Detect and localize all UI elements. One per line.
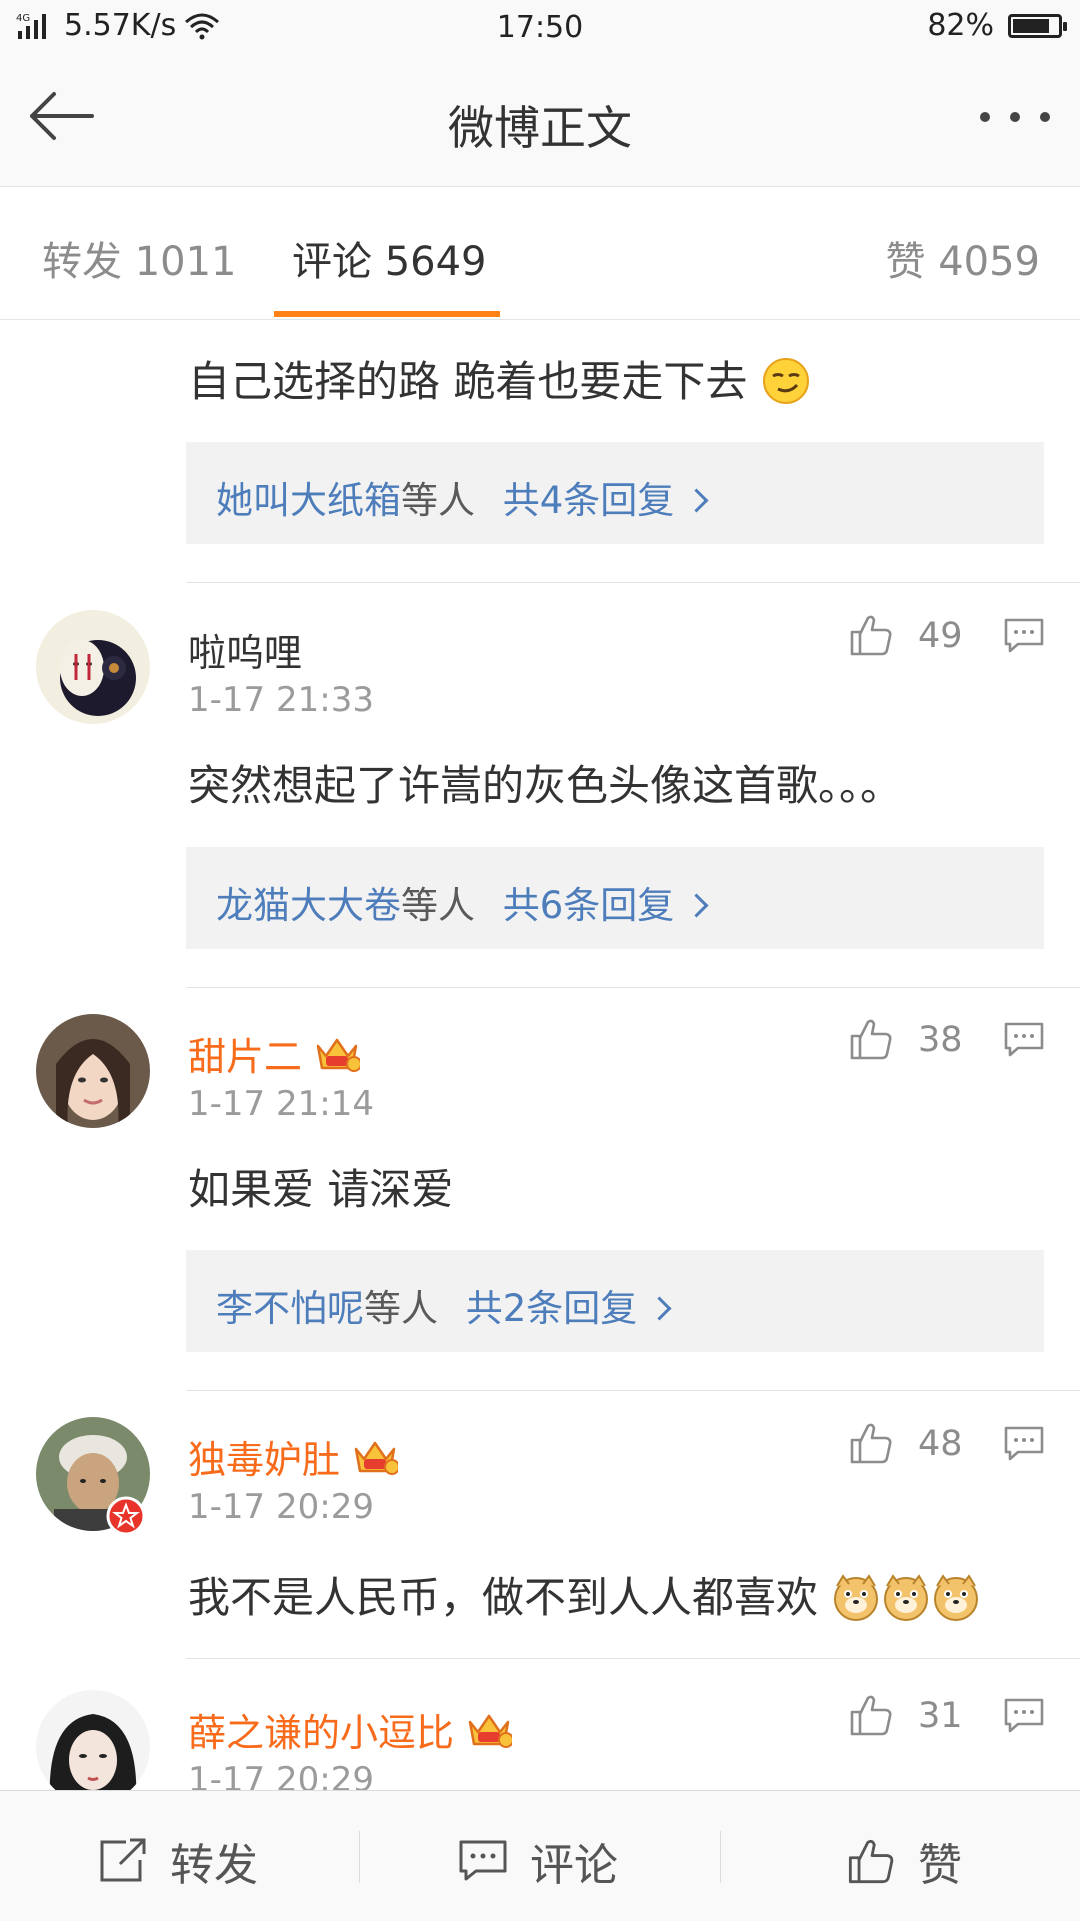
comment-text: 自己选择的路 跪着也要走下去 [188, 348, 811, 409]
like-count: 31 [918, 1696, 963, 1736]
comment-list[interactable]: 自己选择的路 跪着也要走下去 她叫大纸箱等人 共4条回复 啦呜哩 1-17 21… [0, 320, 1080, 1790]
more-menu-button[interactable] [980, 112, 1050, 122]
comment-bubble-icon[interactable] [1004, 1698, 1044, 1734]
chevron-right-icon [647, 1296, 672, 1321]
reply-suffix: 等人 [401, 884, 475, 927]
reply-users[interactable]: 李不怕呢 [216, 1287, 364, 1330]
divider [186, 987, 1080, 988]
username[interactable]: 独毒妒肚 [188, 1429, 399, 1484]
username[interactable]: 薛之谦的小逗比 [188, 1702, 513, 1757]
comment-bubble-icon [459, 1840, 507, 1881]
username[interactable]: 啦呜哩 [188, 622, 302, 677]
reply-count[interactable]: 共6条回复 [503, 884, 675, 927]
username[interactable]: 甜片二 [188, 1026, 361, 1081]
like-count: 48 [918, 1424, 963, 1464]
comment-text: 我不是人民币，做不到人人都喜欢 [188, 1564, 981, 1625]
battery-icon [1008, 13, 1067, 38]
doge-emoji-icon [884, 1574, 929, 1621]
comment-time: 1-17 20:29 [188, 1760, 374, 1790]
more-dot-icon [1040, 112, 1050, 122]
comment-bubble-icon[interactable] [1004, 1426, 1044, 1462]
reply-summary[interactable]: 龙猫大大卷等人 共6条回复 [186, 847, 1044, 949]
more-dot-icon [980, 112, 990, 122]
vip-crown-icon [468, 1714, 513, 1748]
comment-button[interactable]: 评论 [458, 1829, 618, 1893]
chevron-right-icon [684, 488, 709, 513]
verified-badge-icon [106, 1496, 146, 1536]
avatar[interactable] [36, 1014, 150, 1128]
tab-likes[interactable]: 赞 4059 [885, 229, 1040, 287]
tab-repost[interactable]: 转发 1011 [42, 229, 237, 287]
repost-button[interactable]: 转发 [98, 1829, 258, 1893]
chevron-right-icon [684, 893, 709, 918]
comment-text: 突然想起了许嵩的灰色头像这首歌。。。 [188, 761, 903, 810]
comment-bubble-icon[interactable] [1004, 1022, 1044, 1058]
tab-comments[interactable]: 评论 5649 [292, 229, 487, 287]
page-title: 微博正文 [448, 101, 632, 155]
thumbs-up-icon [848, 1839, 894, 1884]
bottom-action-bar: 转发 评论 赞 [0, 1790, 1080, 1921]
reply-suffix: 等人 [364, 1287, 438, 1330]
status-bar: 4G 5.57K/s 17:50 82% [0, 0, 1080, 56]
vip-crown-icon [354, 1441, 399, 1475]
thumbs-up-icon[interactable] [848, 1692, 894, 1738]
bottom-separator [720, 1831, 721, 1883]
comment-time: 1-17 21:33 [188, 680, 374, 720]
bottom-separator [359, 1831, 360, 1883]
avatar-image [36, 1014, 150, 1128]
reply-summary[interactable]: 李不怕呢等人 共2条回复 [186, 1250, 1044, 1352]
divider [186, 1658, 1080, 1659]
smirk-emoji-icon [762, 358, 809, 404]
comment-time: 1-17 21:14 [188, 1084, 374, 1124]
thumbs-up-icon[interactable] [848, 1016, 894, 1062]
status-right: 82% [927, 8, 1067, 43]
like-count: 38 [918, 1020, 963, 1060]
vip-crown-icon [316, 1038, 361, 1072]
divider [186, 1390, 1080, 1391]
reply-count[interactable]: 共2条回复 [466, 1287, 638, 1330]
avatar-image [36, 1690, 150, 1790]
comment-text: 如果爱 请深爱 [188, 1165, 454, 1214]
more-dot-icon [1010, 112, 1020, 122]
clock: 17:50 [496, 10, 584, 45]
avatar[interactable] [36, 1690, 150, 1790]
battery-percent: 82% [927, 8, 994, 43]
avatar[interactable] [36, 610, 150, 724]
comment-bubble-icon[interactable] [1004, 618, 1044, 654]
reply-summary[interactable]: 她叫大纸箱等人 共4条回复 [186, 442, 1044, 544]
share-icon [100, 1838, 146, 1882]
reply-count[interactable]: 共4条回复 [503, 479, 675, 522]
divider [186, 582, 1080, 583]
battery-level [1013, 18, 1049, 33]
reply-users[interactable]: 她叫大纸箱 [216, 479, 401, 522]
doge-emoji-icon [934, 1574, 979, 1621]
doge-emoji-icon [834, 1574, 879, 1621]
nav-header: 微博正文 [0, 56, 1080, 187]
thumbs-up-icon[interactable] [848, 1420, 894, 1466]
avatar-image [36, 610, 150, 724]
active-tab-indicator [274, 311, 500, 317]
thumbs-up-icon[interactable] [848, 612, 894, 658]
like-button[interactable]: 赞 [846, 1829, 962, 1893]
like-count: 49 [918, 616, 963, 656]
reply-users[interactable]: 龙猫大大卷 [216, 884, 401, 927]
reply-suffix: 等人 [401, 479, 475, 522]
comment-time: 1-17 20:29 [188, 1487, 374, 1527]
tab-bar: 转发 1011 评论 5649 赞 4059 [0, 187, 1080, 320]
